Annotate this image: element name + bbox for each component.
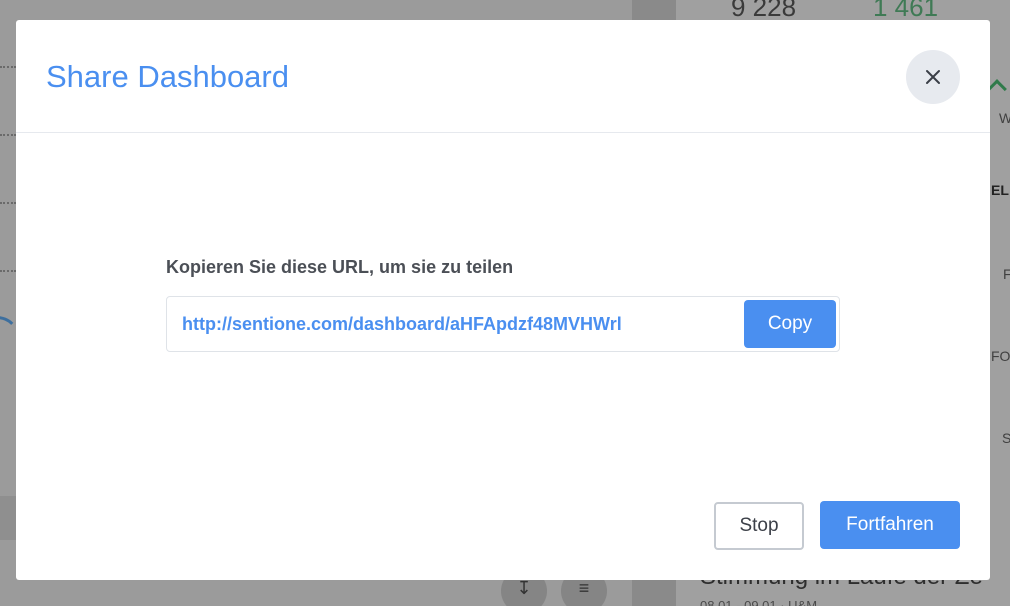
copy-url-label: Kopieren Sie diese URL, um sie zu teilen: [166, 257, 514, 277]
side-label: S: [1002, 430, 1010, 446]
copy-button[interactable]: Copy: [744, 300, 836, 348]
stop-button[interactable]: Stop: [714, 502, 804, 550]
share-dashboard-modal: Share Dashboard Kopieren Sie diese URL, …: [16, 20, 990, 580]
modal-title: Share Dashboard: [46, 59, 289, 94]
side-label: W: [999, 110, 1010, 126]
chart-subheading: 08.01 - 09.01 · U&M: [700, 598, 818, 606]
continue-button[interactable]: Fortfahren: [820, 501, 960, 549]
modal-body: Kopieren Sie diese URL, um sie zu teilen…: [16, 133, 990, 579]
side-label: FO: [991, 348, 1010, 364]
chart-gridline: [0, 66, 16, 68]
modal-header: Share Dashboard: [16, 20, 990, 133]
side-label: EL: [991, 182, 1009, 198]
side-label: F: [1003, 266, 1010, 282]
chart-gridline: [0, 270, 16, 272]
close-button[interactable]: [906, 50, 960, 104]
share-url-field[interactable]: http://sentione.com/dashboard/aHFApdzf48…: [166, 296, 840, 352]
share-url-text[interactable]: http://sentione.com/dashboard/aHFApdzf48…: [182, 314, 622, 335]
close-icon: [926, 70, 940, 84]
chart-gridline: [0, 202, 16, 204]
chart-gridline: [0, 134, 16, 136]
